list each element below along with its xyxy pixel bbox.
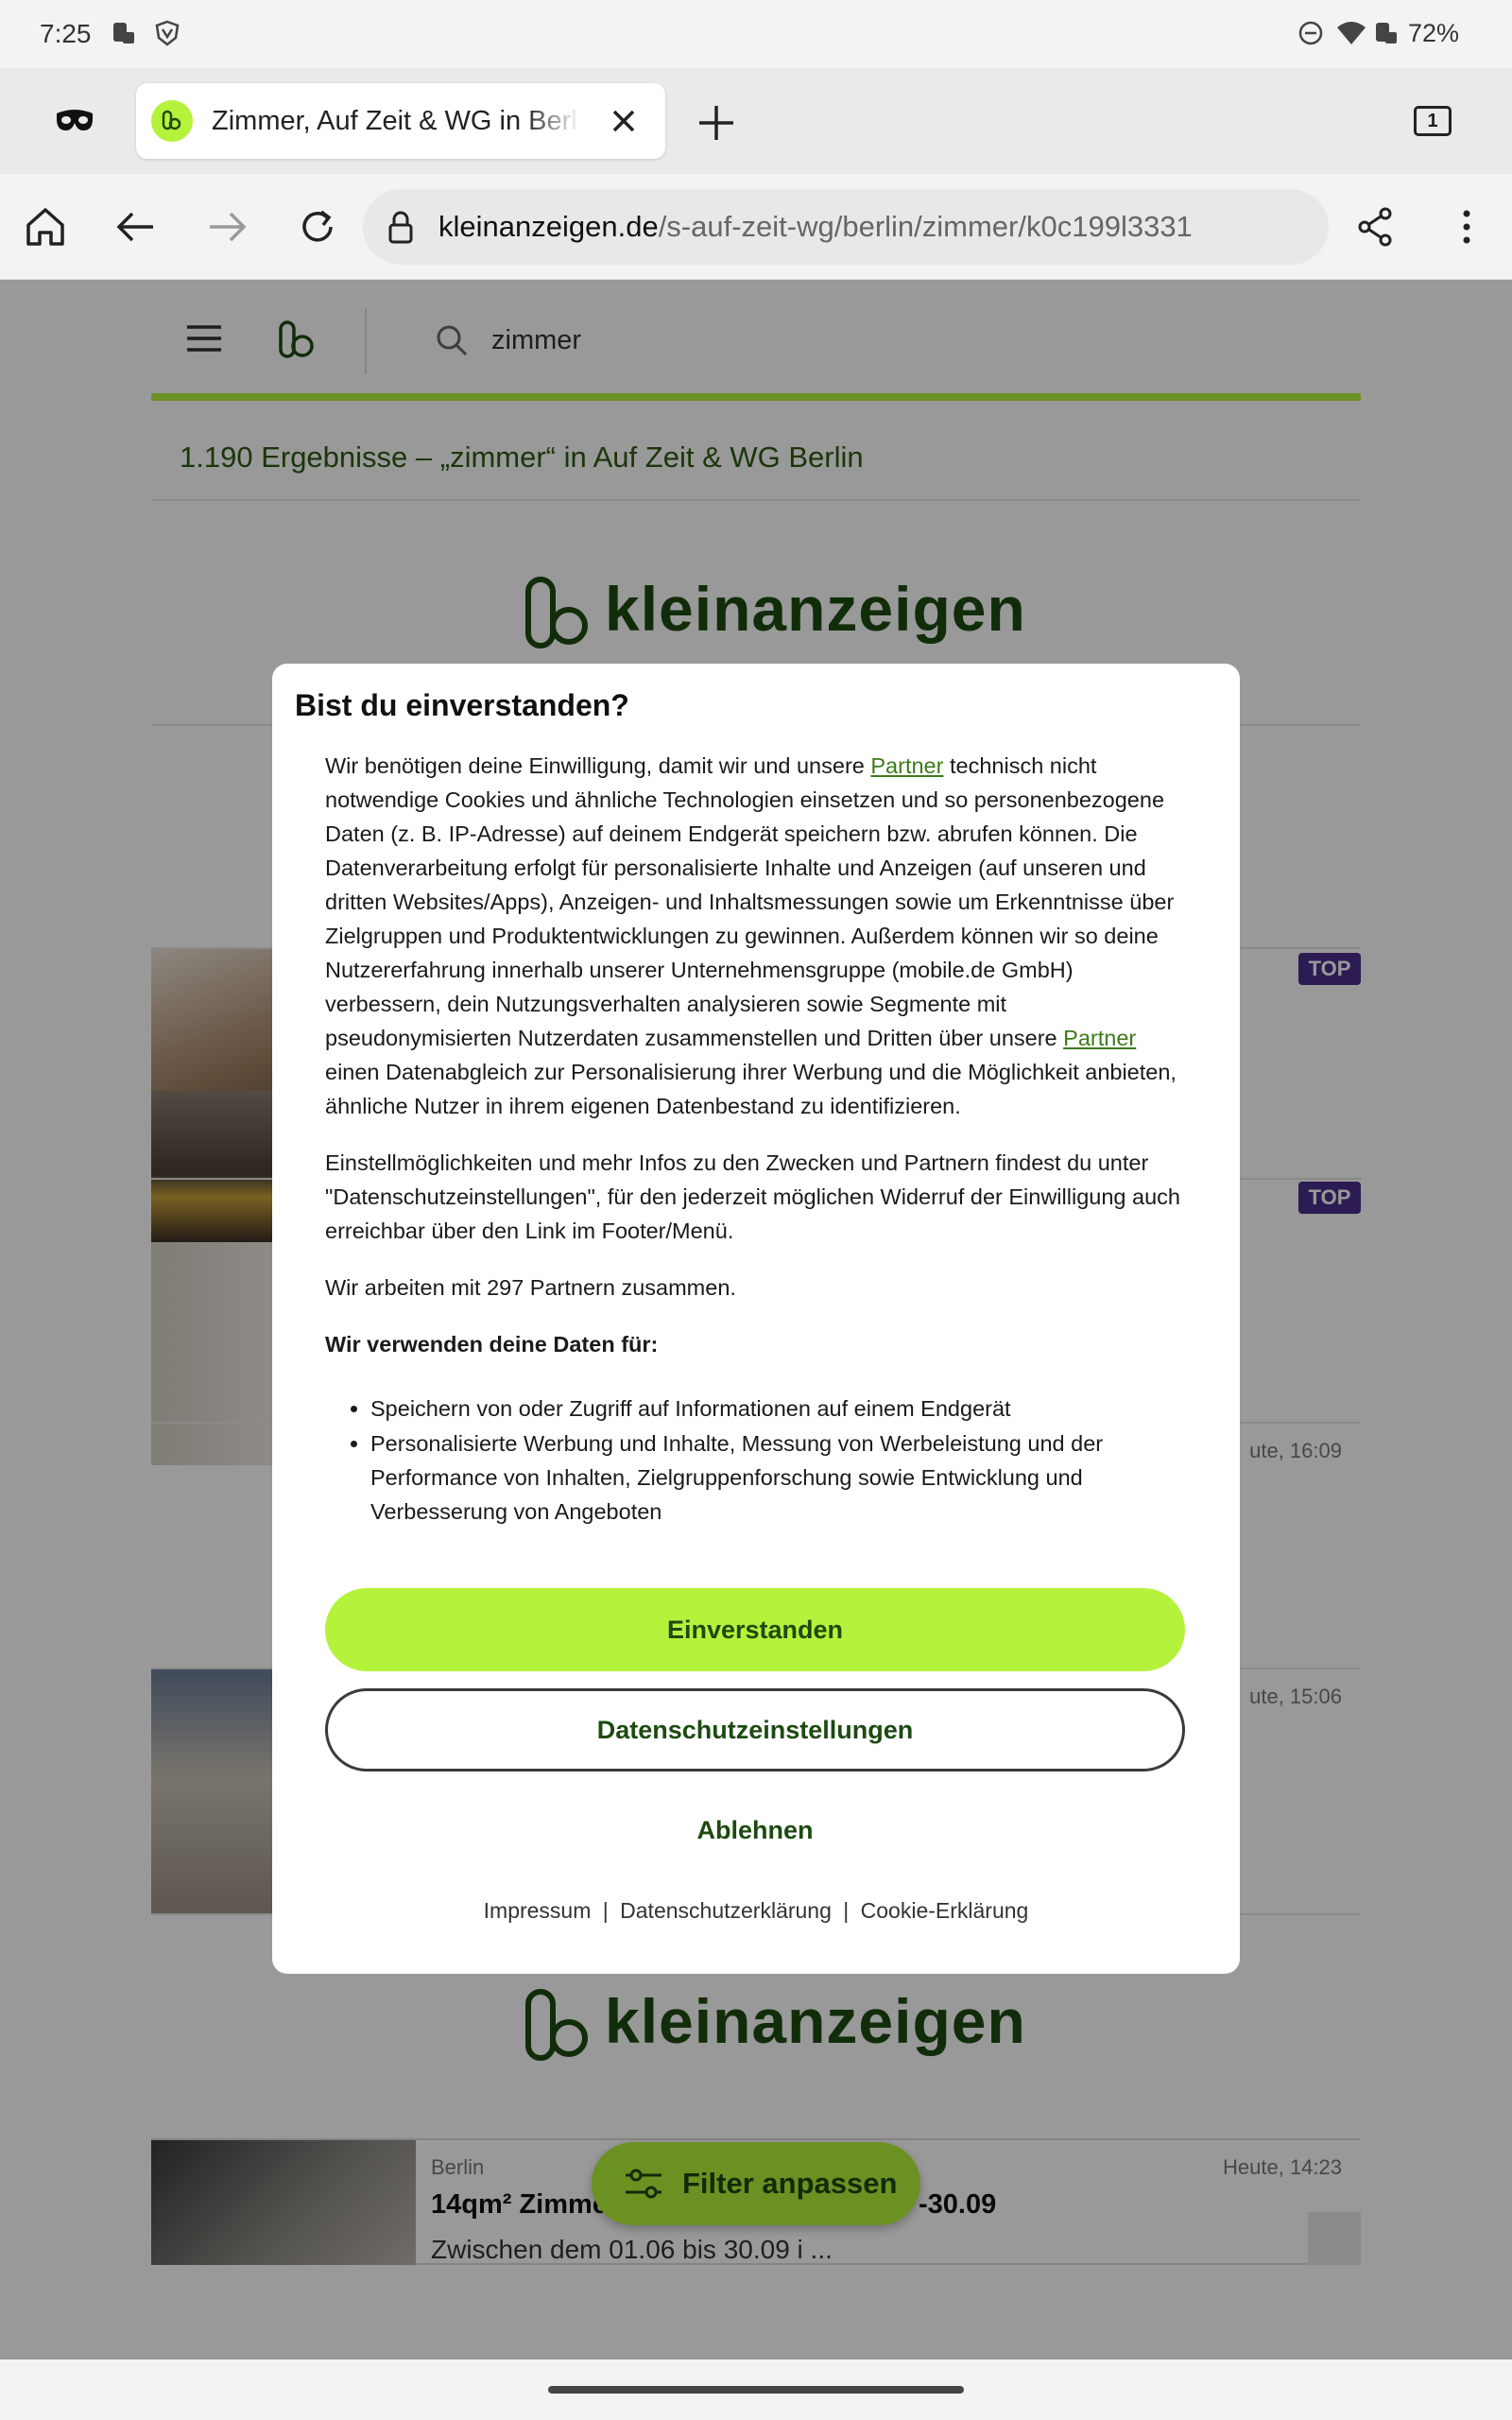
lock-icon[interactable]	[382, 208, 420, 251]
accept-button[interactable]: Einverstanden	[325, 1588, 1185, 1671]
purpose-item: Speichern von oder Zugriff auf Informati…	[370, 1392, 1194, 1426]
purposes-list: Speichern von oder Zugriff auf Informati…	[370, 1392, 1194, 1529]
wifi-icon	[1336, 19, 1366, 47]
dialog-body: Wir benötigen deine Einwilligung, damit …	[325, 749, 1194, 1530]
forward-arrow-icon[interactable]	[202, 202, 251, 251]
consent-text: Wir benötigen deine Einwilligung, damit …	[325, 753, 871, 778]
partner-count: Wir arbeiten mit 297 Partnern zusammen.	[325, 1275, 736, 1300]
home-icon[interactable]	[21, 202, 70, 251]
battery-level: 72%	[1407, 19, 1459, 47]
reject-button[interactable]: Ablehnen	[325, 1789, 1185, 1872]
dialog-title: Bist du einverstanden?	[295, 688, 629, 722]
address-bar[interactable]: kleinanzeigen.de/s-auf-zeit-wg/berlin/zi…	[363, 189, 1329, 265]
back-arrow-icon[interactable]	[112, 202, 161, 251]
purpose-item: Personalisierte Werbung und Inhalte, Mes…	[370, 1426, 1194, 1529]
tab-title: Zimmer, Auf Zeit & WG in Berlin	[212, 106, 580, 136]
consent-text: einen Datenabgleich zur Personalisierung…	[325, 1060, 1177, 1118]
dnd-icon	[1297, 19, 1325, 47]
partner-link[interactable]: Partner	[1063, 1026, 1136, 1050]
purposes-heading: Wir verwenden deine Daten für:	[325, 1332, 659, 1357]
settings-info-paragraph: Einstellmöglichkeiten und mehr Infos zu …	[325, 1150, 1180, 1243]
consent-text: technisch nicht notwendige Cookies und ä…	[325, 753, 1175, 1050]
imprint-link[interactable]: Impressum	[484, 1898, 592, 1923]
close-icon[interactable]	[605, 102, 643, 140]
url-text: kleinanzeigen.de/s-auf-zeit-wg/berlin/zi…	[438, 210, 1193, 244]
reload-icon[interactable]	[293, 202, 342, 251]
tab-switcher-button[interactable]: 1	[1414, 106, 1452, 136]
url-path: /s-auf-zeit-wg/berlin/zimmer/k0c199l3331	[658, 210, 1193, 243]
separator: |	[602, 1898, 609, 1923]
more-vert-icon[interactable]	[1442, 202, 1491, 251]
site-favicon	[151, 100, 193, 142]
active-tab[interactable]: Zimmer, Auf Zeit & WG in Berlin	[136, 83, 665, 159]
battery-saver-icon	[1372, 19, 1400, 47]
status-time: 7:25	[40, 19, 92, 48]
browser-toolbar: kleinanzeigen.de/s-auf-zeit-wg/berlin/zi…	[0, 174, 1512, 280]
share-icon[interactable]	[1351, 202, 1400, 251]
privacy-policy-link[interactable]: Datenschutzerklärung	[620, 1898, 832, 1923]
system-nav-bar	[0, 2360, 1512, 2420]
incognito-icon[interactable]	[55, 106, 94, 139]
consent-dialog: Bist du einverstanden? Wir benötigen dei…	[272, 664, 1240, 1974]
consent-paragraph: Wir benötigen deine Einwilligung, damit …	[325, 749, 1194, 1123]
notification-icon	[110, 19, 138, 47]
gesture-handle[interactable]	[548, 2386, 964, 2394]
partner-link[interactable]: Partner	[870, 753, 943, 778]
new-tab-icon[interactable]	[696, 102, 737, 144]
shield-icon	[153, 19, 181, 47]
cookie-policy-link[interactable]: Cookie-Erklärung	[861, 1898, 1029, 1923]
url-host: kleinanzeigen.de	[438, 210, 659, 243]
privacy-settings-button[interactable]: Datenschutzeinstellungen	[325, 1688, 1185, 1772]
tab-strip: Zimmer, Auf Zeit & WG in Berlin 1	[0, 68, 1512, 174]
separator: |	[843, 1898, 850, 1923]
status-bar: 7:25 72%	[0, 0, 1512, 68]
dialog-footer: Impressum | Datenschutzerklärung | Cooki…	[272, 1898, 1240, 1924]
